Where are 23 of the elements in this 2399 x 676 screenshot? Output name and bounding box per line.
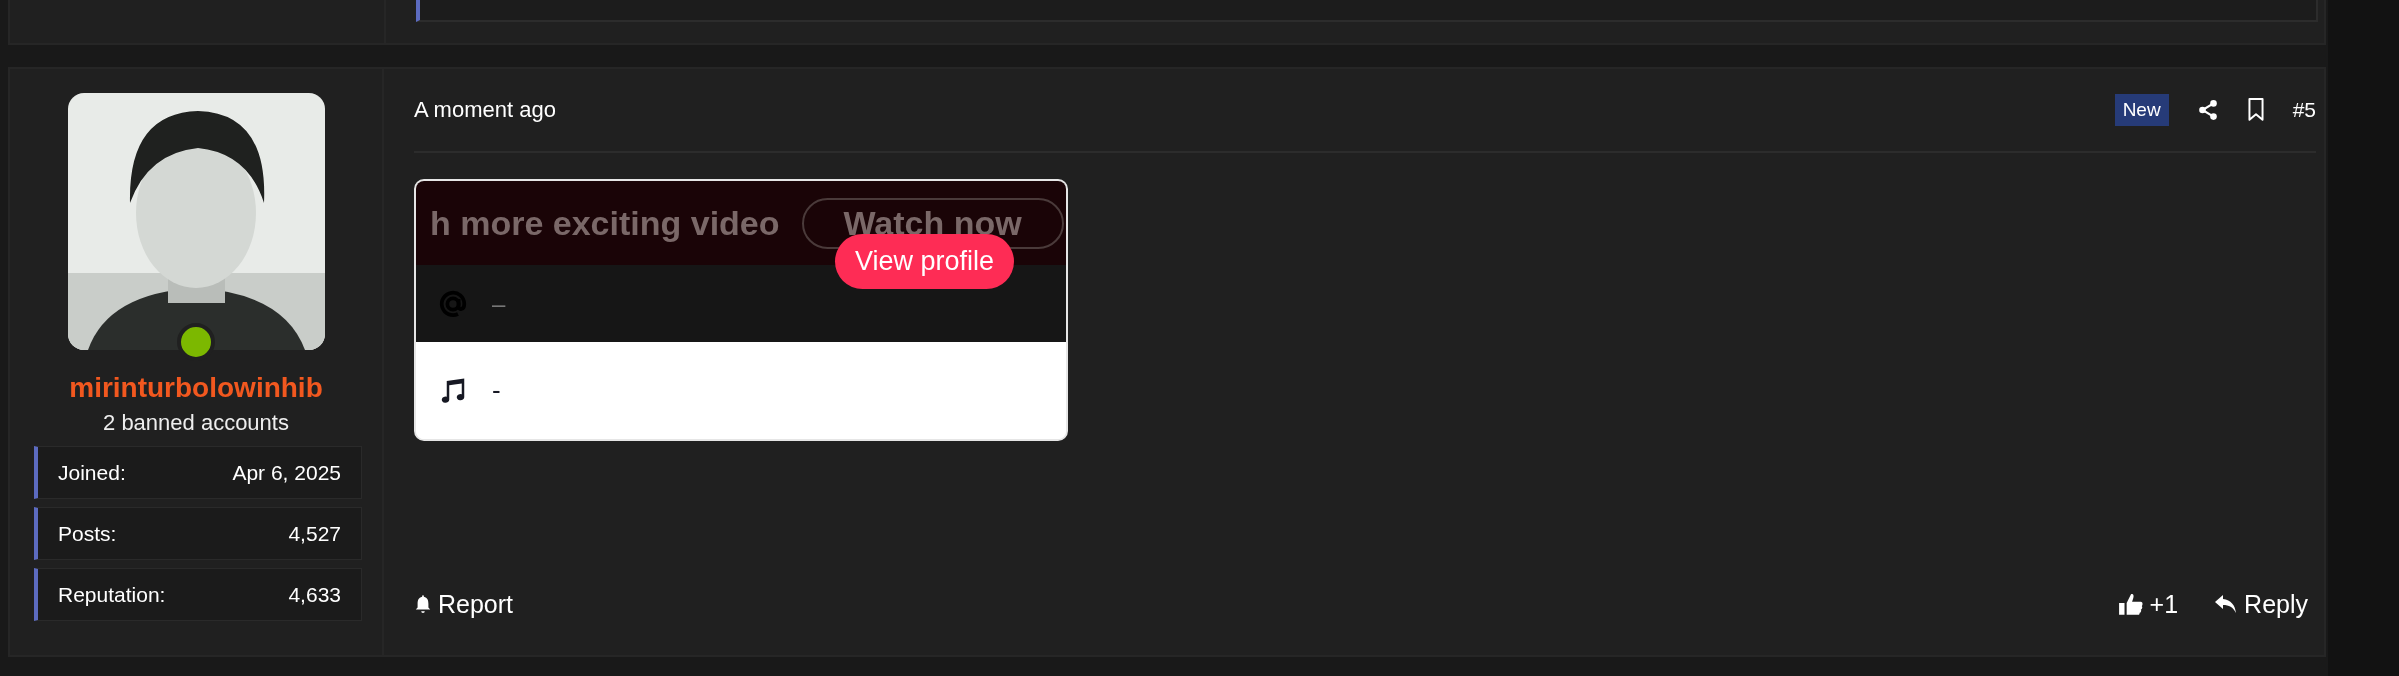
username-link[interactable]: mirinturbolowinhib (69, 372, 323, 404)
report-link[interactable]: Report (414, 589, 514, 619)
stat-label: Reputation: (58, 582, 166, 607)
thumbs-up-icon (2117, 591, 2144, 617)
bell-icon (414, 594, 432, 614)
stat-value: 4,633 (288, 582, 341, 607)
stat-label: Posts: (58, 521, 117, 546)
reply-icon (2214, 594, 2239, 614)
stat-value: 4,527 (288, 521, 341, 546)
reply-link[interactable]: Reply (2214, 589, 2308, 619)
stat-label: Joined: (58, 460, 126, 485)
view-profile-button[interactable]: View profile (835, 234, 1015, 289)
post-time: A moment ago (414, 97, 556, 123)
sound-text: - (492, 375, 501, 406)
banner-text: h more exciting video (430, 203, 780, 243)
new-badge: New (2114, 94, 2169, 126)
share-icon[interactable] (2196, 99, 2219, 121)
stat-value: Apr 6, 2025 (232, 460, 341, 485)
like-link[interactable]: +1 (2117, 589, 2179, 619)
bookmark-icon[interactable] (2246, 98, 2265, 122)
handle-text: – (492, 289, 506, 318)
user-subtitle: 2 banned accounts (103, 410, 289, 436)
post-number-link[interactable]: #5 (2292, 98, 2316, 122)
